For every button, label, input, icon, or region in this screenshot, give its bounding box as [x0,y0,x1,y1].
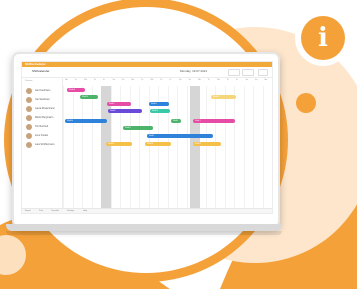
day-header: Tu [74,79,77,81]
date-range: Monday, 19.07.2021 [180,69,208,73]
day-header: Tu [207,79,210,81]
day-column [253,86,263,213]
avatar [26,106,32,112]
day-header: We [84,79,87,81]
day-header: Su [255,79,258,81]
day-column [224,86,235,213]
day-column [167,86,178,213]
shift-bar[interactable]: Shift O [193,142,221,146]
day-header: Sa [112,79,115,81]
footer-item[interactable]: Settings [67,209,74,213]
day-column [63,86,73,213]
day-header: Mo [131,79,135,81]
avatar [26,133,32,139]
shift-bar[interactable]: Shift E [211,95,236,99]
day-column [215,86,225,213]
person-name: Martin Bergmann [35,116,54,119]
menu-button[interactable] [258,69,268,76]
schedule-grid: Mo Tu We Th Fr Sa Su Mo Tu We Th Fr Sa Su Mo Tu We Th Fr Sa… [63,78,272,213]
day-column [82,86,92,213]
day-column [262,86,273,213]
shift-bar[interactable]: Shift N [145,142,171,146]
day-column [91,86,102,213]
footer-item[interactable]: Help [83,209,87,213]
person-row[interactable]: Laura Rindermann [24,106,62,114]
person-row[interactable]: Ute Sandman [24,97,62,105]
person-row[interactable]: Martin Bergmann [24,115,62,123]
day-header: Th [93,79,96,81]
footer-bar: Export Print Template Settings Help [22,208,272,213]
avatar [26,88,32,94]
laptop-shadow [6,231,282,235]
avatar [26,97,32,103]
avatar [26,115,32,121]
day-header: Su [188,79,191,81]
day-header: We [217,79,220,81]
day-header: Mo [65,79,68,81]
day-column [234,86,244,213]
footer-item[interactable]: Print [39,209,43,213]
day-header: Fr [103,79,105,81]
person-name: Lara Schiffermann [35,143,55,146]
footer-item[interactable]: Template [51,209,59,213]
person-name: Jens Friedel [35,134,49,137]
person-name: Laura Rindermann [35,107,55,110]
next-button[interactable] [242,69,254,76]
day-header: Th [226,79,229,81]
day-header: Th [160,79,163,81]
person-name: Ute Sandman [35,98,50,101]
illustration-scene: i Shiftscheduler Shiftcalender Monday, 1… [0,0,357,289]
weekend-column [190,86,200,213]
shift-bar[interactable]: Shift A [67,88,85,92]
info-icon: i [295,10,351,66]
sidebar-label: Persons [25,80,33,82]
avatar [26,142,32,148]
shift-bar[interactable]: Shift H [65,119,107,123]
day-column [243,86,254,213]
shift-bar[interactable]: Shift G [150,109,170,113]
day-column [205,86,216,213]
page-title: Shiftcalender [32,69,50,73]
day-column [129,86,140,213]
day-header: Tu [141,79,144,81]
laptop-frame: Shiftscheduler Shiftcalender Monday, 19.… [12,52,280,228]
day-column [139,86,149,213]
person-row[interactable]: Jens Friedel [24,133,62,141]
person-row[interactable]: Jan Kaufmann [24,88,62,96]
avatar [26,124,32,130]
shift-bar[interactable]: Shift F [108,109,142,113]
shift-bar[interactable]: Shift I [171,119,181,123]
shift-bar[interactable]: Shift C [107,102,131,106]
prev-button[interactable] [228,69,240,76]
day-header: Sa [245,79,248,81]
day-header: Fr [169,79,172,81]
shift-bar[interactable]: Shift D [149,102,169,106]
person-name: Tim Reichelt [35,125,49,128]
day-header: Sa [179,79,182,81]
footer-item[interactable]: Export [25,209,31,213]
shift-bar[interactable]: Shift B [80,95,98,99]
shift-bar[interactable]: Shift K [123,126,153,130]
laptop-base [6,224,282,231]
day-column [177,86,187,213]
shift-bar[interactable]: Shift L [147,134,213,138]
person-row[interactable]: Tim Reichelt [24,124,62,132]
app-screen: Shiftscheduler Shiftcalender Monday, 19.… [21,61,273,214]
day-column [72,86,83,213]
shift-bar[interactable]: Shift M [106,142,132,146]
day-header: Mo [198,79,201,81]
person-row[interactable]: Lara Schiffermann [24,142,62,150]
day-header: We [150,79,154,81]
day-header: Su [122,79,125,81]
app-header: Shiftcalender Monday, 19.07.2021 [22,67,272,78]
shift-bar[interactable]: Shift J [193,119,235,123]
person-name: Jan Kaufmann [35,89,51,92]
day-header: Fr [236,79,238,81]
day-header: Mo [264,79,268,81]
sidebar: Persons Jan Kaufmann Ute Sandman Laura Rin… [22,78,63,213]
